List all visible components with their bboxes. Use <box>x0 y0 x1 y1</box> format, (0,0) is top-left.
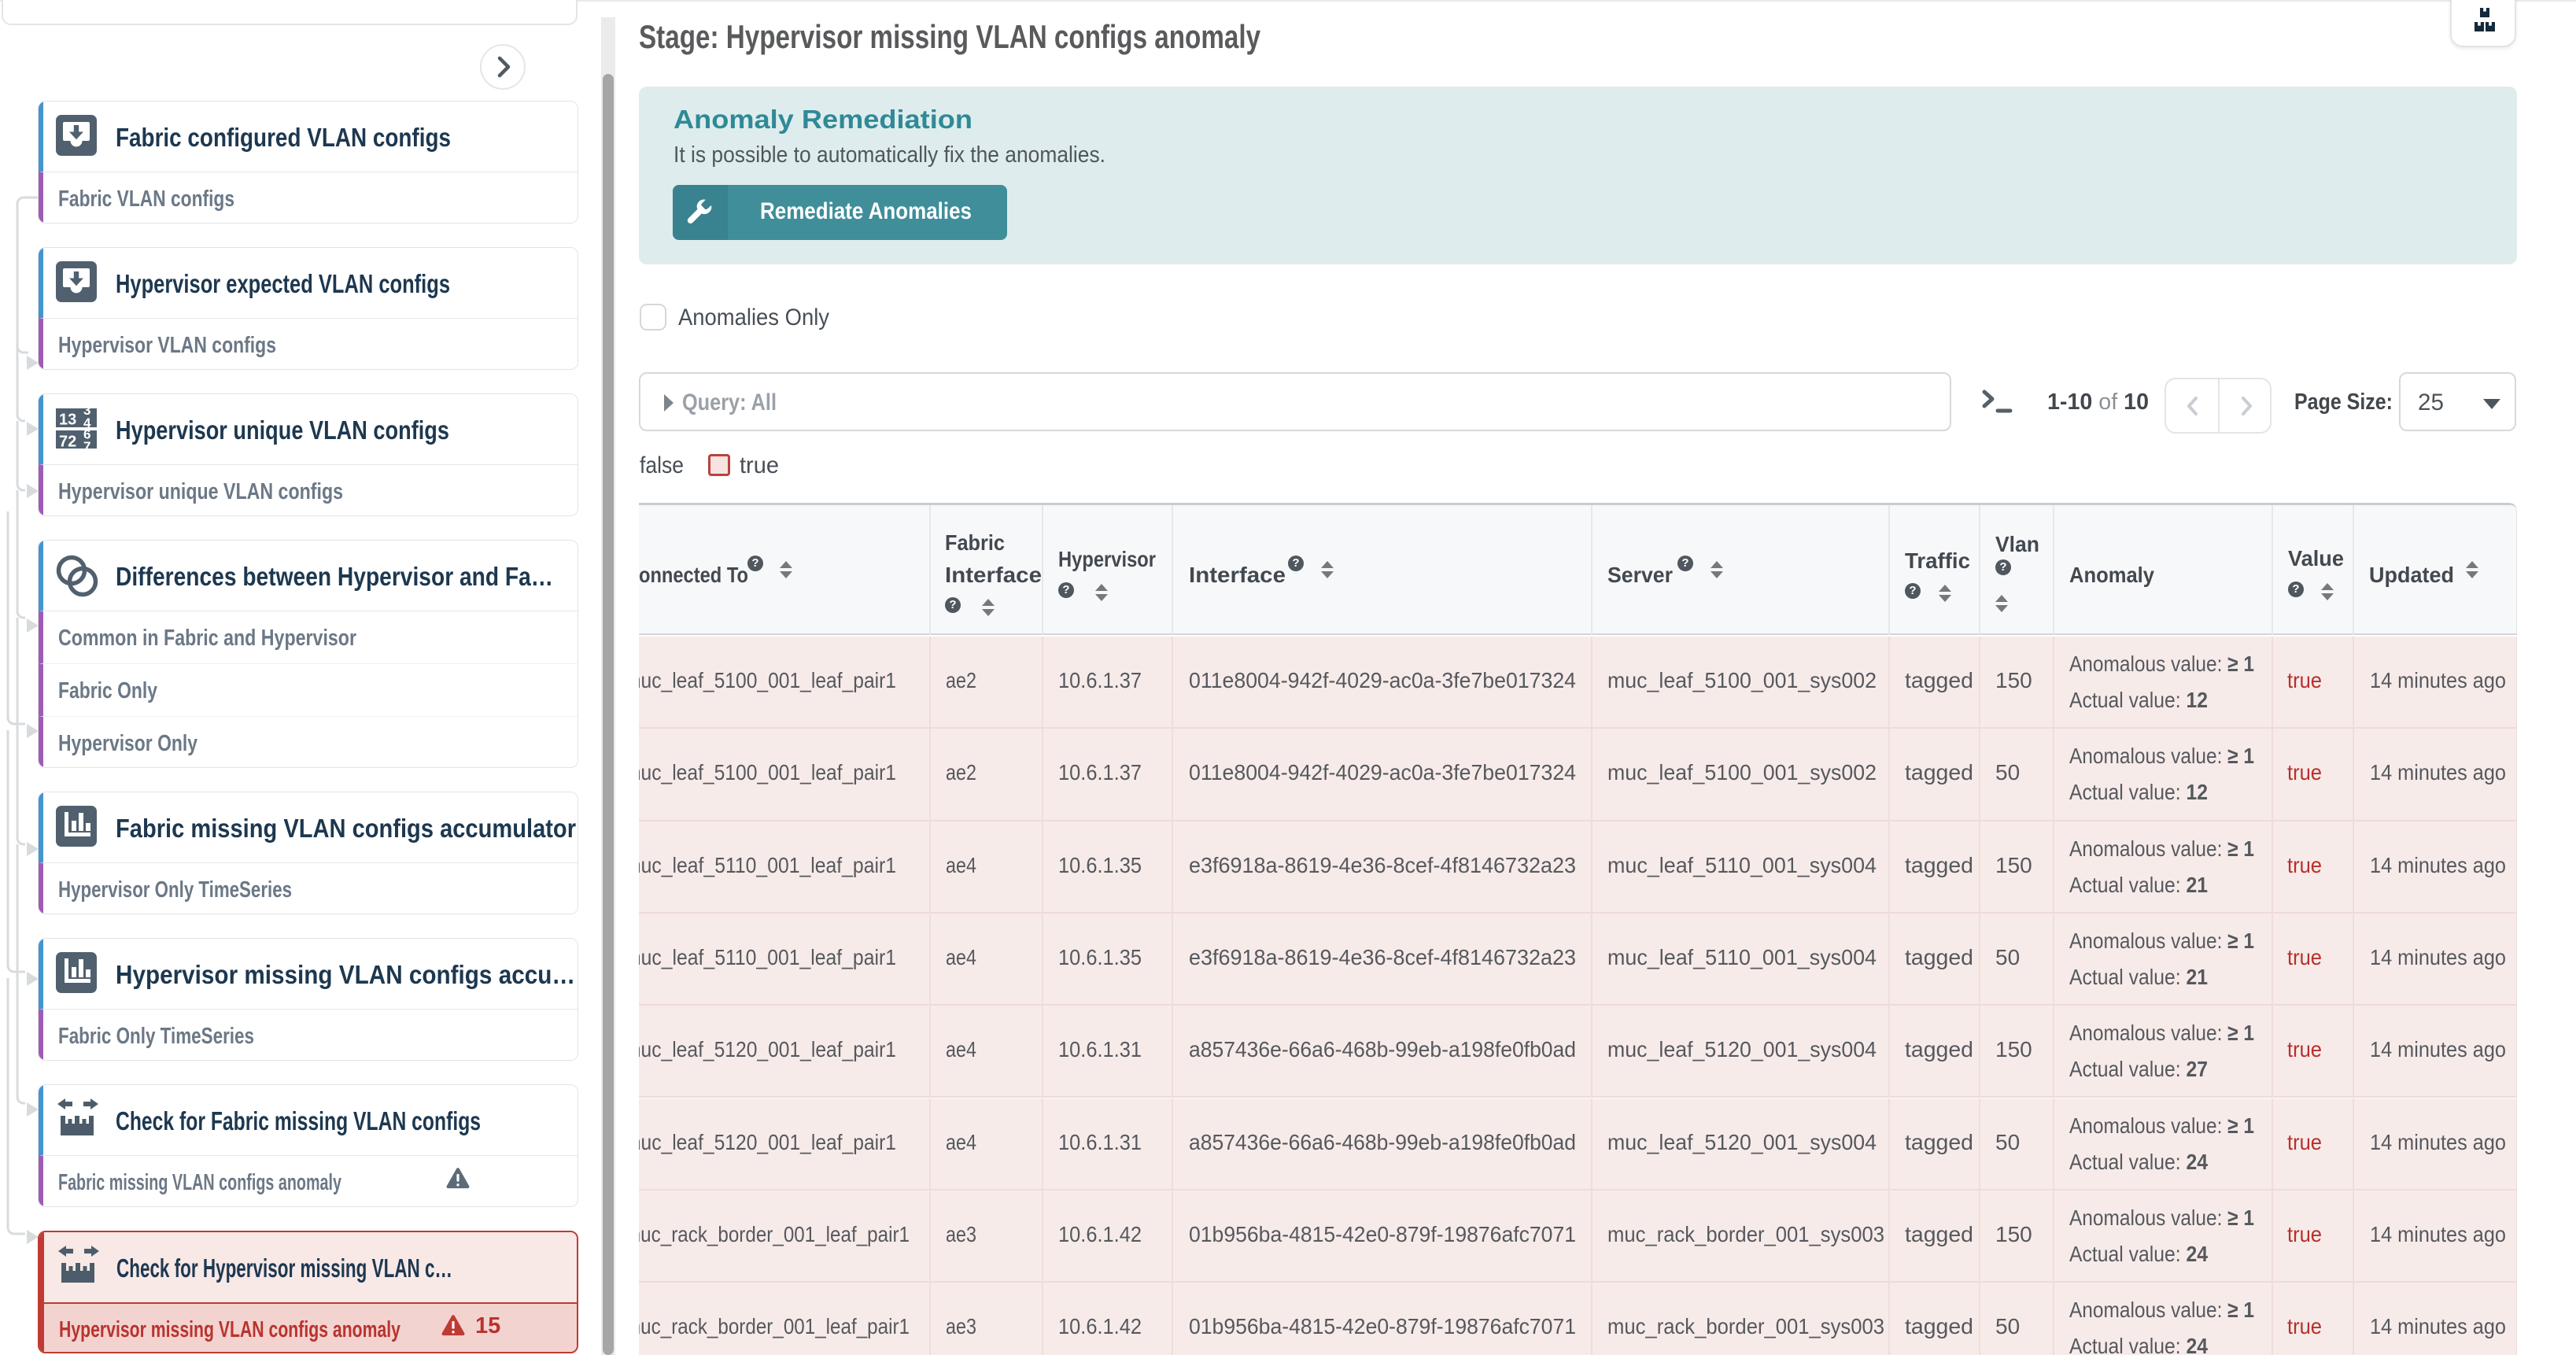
svg-text:72: 72 <box>59 434 76 449</box>
svg-text:7: 7 <box>83 439 90 449</box>
svg-text:4: 4 <box>83 415 91 430</box>
svg-text:13: 13 <box>59 412 76 429</box>
